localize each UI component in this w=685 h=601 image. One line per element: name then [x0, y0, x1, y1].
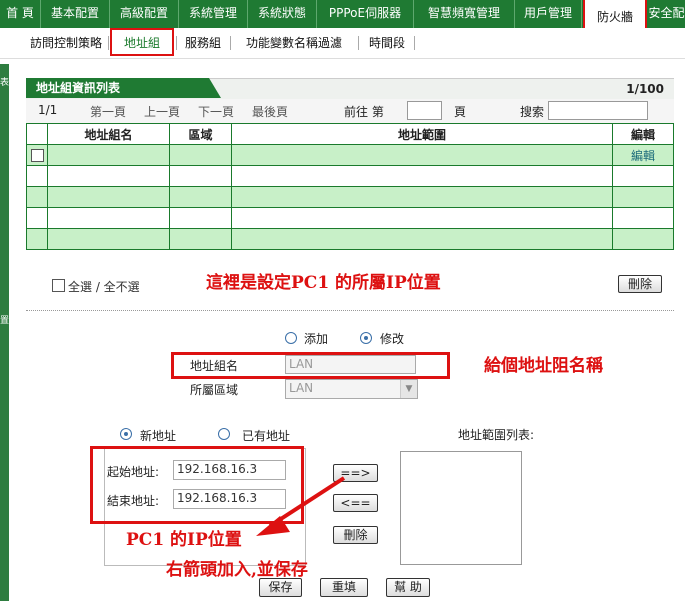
new-address-radio[interactable] [120, 428, 132, 440]
row-edit-link[interactable]: 編輯 [612, 144, 674, 166]
annotation-note: 給個地址阻名稱 [484, 356, 603, 376]
range-list-label: 地址範圍列表: [458, 428, 535, 442]
top-nav: 首 頁 基本配置 高級配置 系統管理 系統狀態 PPPoE伺服器 智慧頻寬管理 … [0, 0, 685, 36]
new-address-label: 新地址 [140, 429, 177, 443]
first-page-link[interactable]: 第一頁 [90, 103, 126, 120]
mode-add-radio[interactable] [285, 332, 297, 344]
subnav-divider [414, 36, 415, 50]
row-checkbox[interactable] [30, 149, 44, 162]
column-header-range: 地址範圍 [231, 123, 613, 145]
column-header-select [26, 123, 48, 145]
nav-basic-config[interactable]: 基本配置 [41, 0, 110, 28]
subnav-divider [230, 36, 231, 50]
reset-button[interactable]: 重填 [320, 578, 368, 597]
existing-address-radio[interactable] [218, 428, 230, 440]
table-row [26, 186, 674, 208]
subnav-time-period[interactable]: 時間段 [362, 32, 412, 54]
save-button[interactable]: 保存 [259, 578, 302, 597]
section-divider [26, 310, 674, 311]
annotation-note: 右箭頭加入,並保存 [166, 560, 308, 580]
mode-modify-label: 修改 [380, 332, 405, 346]
table-row [26, 165, 674, 187]
page-suffix-label: 頁 [454, 105, 467, 119]
subnav-domain-filter[interactable]: 功能變數名稱過濾 [232, 32, 356, 54]
pager-bar: 1/1 第一頁 上一頁 下一頁 最後頁 前往 第 頁 搜索 [26, 99, 674, 123]
nav-bandwidth-management[interactable]: 智慧頻寬管理 [414, 0, 515, 28]
nav-system-status[interactable]: 系統狀態 [248, 0, 317, 28]
left-strip-char: 表 [0, 78, 10, 88]
nav-home[interactable]: 首 頁 [0, 0, 41, 28]
nav-user-management[interactable]: 用戶管理 [515, 0, 582, 28]
help-button[interactable]: 幫 助 [386, 578, 430, 597]
address-range-list[interactable] [400, 451, 522, 565]
left-sidebar-strip: 表 置 [0, 64, 9, 601]
table-row: 編輯 [26, 144, 674, 166]
column-header-zone: 區域 [169, 123, 232, 145]
row-group-name [47, 144, 170, 166]
last-page-link[interactable]: 最後頁 [252, 103, 288, 120]
mode-add-label: 添加 [304, 332, 329, 346]
chevron-down-icon: ▼ [400, 380, 417, 398]
mode-modify-radio[interactable] [360, 332, 372, 344]
row-range [231, 144, 613, 166]
table-header-row: 地址組名 區域 地址範圍 編輯 [26, 123, 674, 145]
nav-advanced-config[interactable]: 高級配置 [110, 0, 179, 28]
left-strip-char: 置 [0, 316, 10, 326]
record-count: 1/100 [626, 82, 664, 96]
sub-nav: 訪問控制策略 地址組 服務組 功能變數名稱過濾 時間段 [0, 28, 685, 59]
select-all-checkbox[interactable] [52, 279, 65, 292]
zone-select[interactable]: LAN ▼ [285, 379, 418, 399]
annotation-note: 這裡是設定PC1 的所屬IP位置 [206, 273, 441, 293]
nav-pppoe-server[interactable]: PPPoE伺服器 [317, 0, 414, 28]
row-select-cell [26, 144, 48, 166]
address-group-table: 地址組名 區域 地址範圍 編輯 編輯 [26, 123, 674, 250]
table-row [26, 207, 674, 229]
search-label: 搜索 [520, 105, 545, 119]
annotation-arrow-icon [256, 476, 346, 536]
delete-button[interactable]: 刪除 [618, 275, 662, 293]
column-header-edit: 編輯 [612, 123, 674, 145]
row-zone [169, 144, 232, 166]
subnav-address-group[interactable]: 地址組 [110, 28, 174, 56]
select-all-label[interactable]: 全選 / 全不選 [68, 278, 140, 295]
search-input[interactable] [548, 101, 648, 120]
table-title: 地址組資訊列表 [26, 78, 221, 98]
group-name-label: 地址組名 [190, 359, 239, 373]
subnav-divider [108, 36, 109, 50]
column-header-group-name: 地址組名 [47, 123, 170, 145]
start-address-label: 起始地址: [107, 465, 160, 479]
subnav-service-group[interactable]: 服務組 [178, 32, 228, 54]
nav-security-config[interactable]: 安全配 [648, 0, 685, 28]
subnav-access-control-policy[interactable]: 訪問控制策略 [26, 32, 106, 54]
zone-label: 所屬區域 [190, 383, 239, 397]
nav-system-management[interactable]: 系統管理 [179, 0, 248, 28]
annotation-note: PC1 的IP位置 [126, 530, 242, 550]
subnav-divider [358, 36, 359, 50]
prev-page-link[interactable]: 上一頁 [144, 103, 180, 120]
existing-address-label: 已有地址 [242, 429, 291, 443]
zone-select-value: LAN [289, 381, 314, 395]
page-info: 1/1 [38, 103, 58, 117]
table-row [26, 228, 674, 250]
goto-page-input[interactable] [407, 101, 442, 120]
end-address-label: 結束地址: [107, 494, 160, 508]
next-page-link[interactable]: 下一頁 [198, 103, 234, 120]
group-name-input[interactable]: LAN [285, 355, 416, 374]
subnav-divider [176, 36, 177, 50]
goto-page-label: 前往 第 [344, 105, 384, 119]
